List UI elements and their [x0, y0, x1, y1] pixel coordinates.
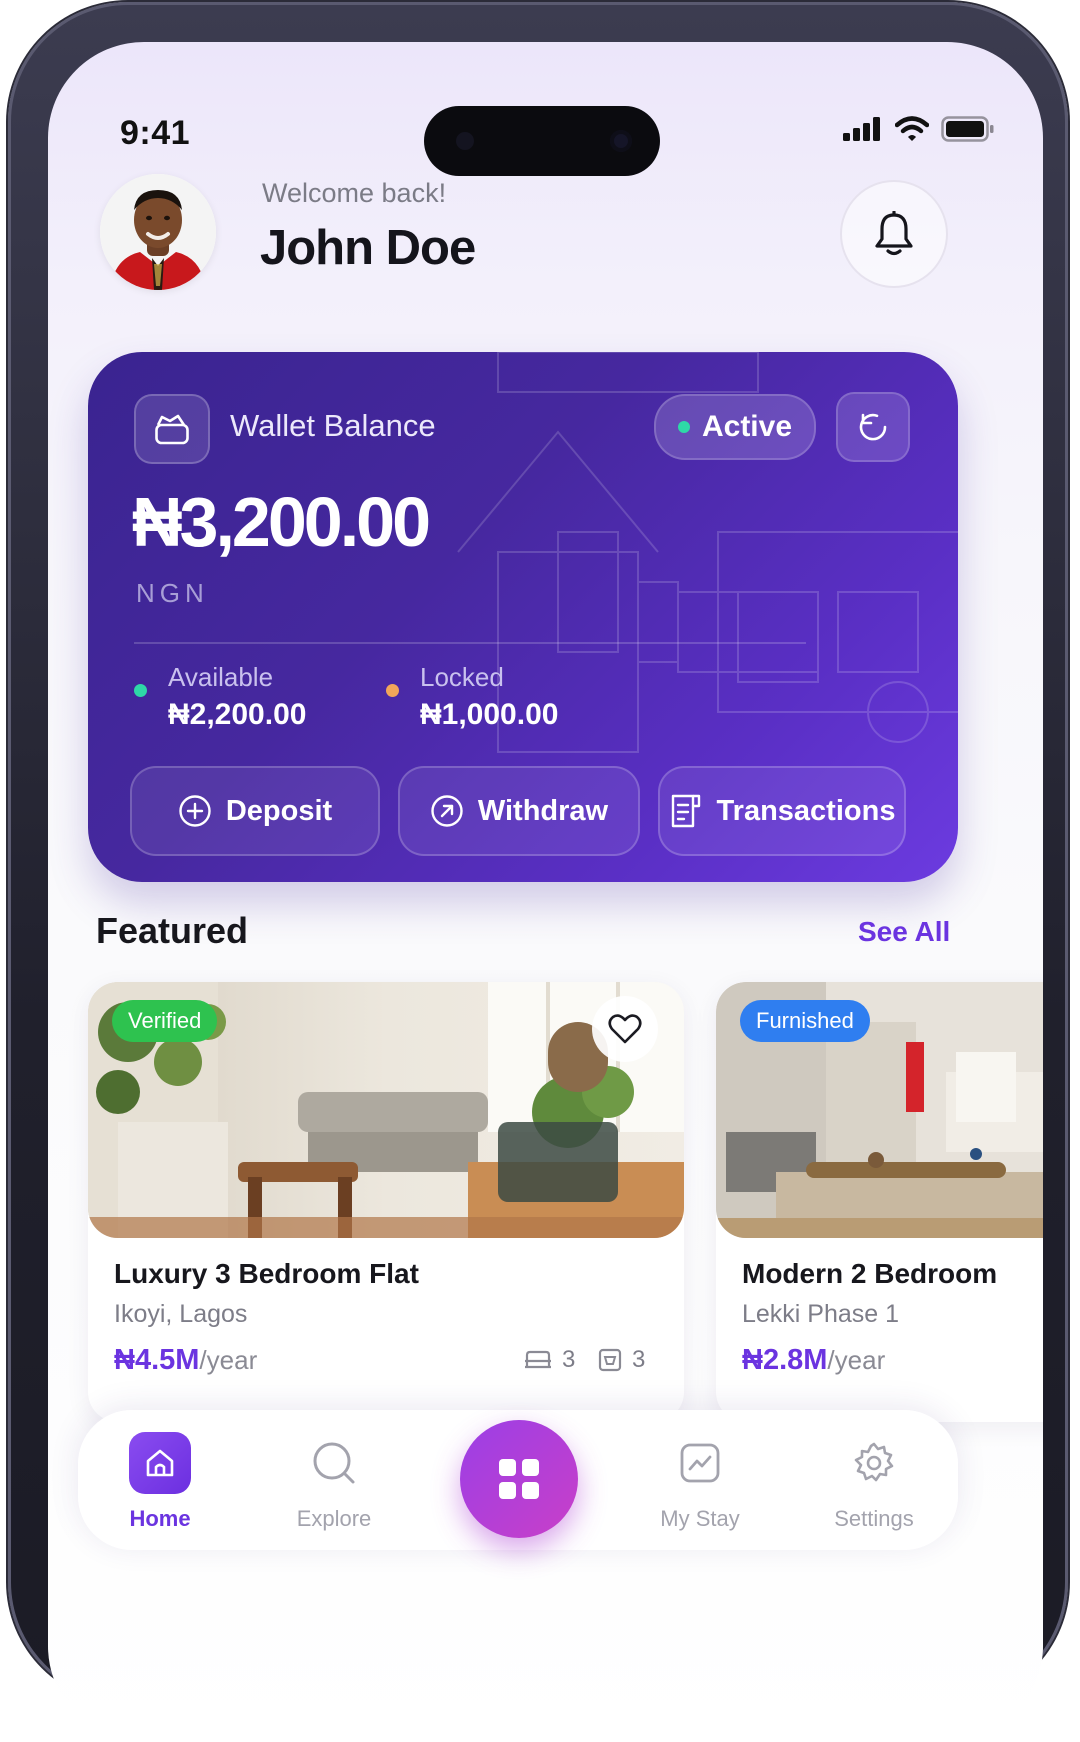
favorite-button[interactable]	[592, 996, 658, 1062]
status-icons	[843, 116, 995, 142]
withdraw-label: Withdraw	[477, 794, 609, 827]
nav-settings[interactable]: Settings	[814, 1432, 934, 1532]
user-avatar-photo	[100, 174, 216, 290]
bed-icon	[525, 1350, 551, 1369]
withdraw-button[interactable]: Withdraw	[398, 766, 640, 856]
listing-title: Modern 2 Bedroom	[742, 1258, 998, 1289]
home-icon-box	[129, 1432, 191, 1494]
price-value: ₦2.8M	[742, 1344, 828, 1376]
nav-my-stay-label: My Stay	[660, 1506, 740, 1531]
avatar[interactable]	[100, 174, 216, 290]
listing-price: ₦2.8M/year	[742, 1344, 885, 1377]
available-label: Available	[168, 662, 274, 692]
camera-icon	[610, 130, 632, 152]
phone-frame: 9:41 Welcome back! John Doe Wallet Balan…	[8, 2, 1068, 1742]
divider	[134, 642, 806, 644]
battery-icon	[941, 116, 994, 142]
nav-home[interactable]: Home	[100, 1432, 220, 1532]
wallet-balance: ₦3,200.00	[132, 483, 431, 561]
bathrooms-value: 3	[632, 1346, 646, 1373]
price-value: ₦4.5M	[114, 1344, 200, 1376]
deposit-button[interactable]: Deposit	[130, 766, 380, 856]
transactions-button[interactable]: Transactions	[658, 766, 906, 856]
plus-circle-icon	[179, 795, 211, 827]
settings-icon-box	[843, 1432, 905, 1494]
app-screen: 9:41 Welcome back! John Doe Wallet Balan…	[48, 42, 1043, 1742]
dynamic-island	[424, 106, 660, 176]
wallet-icon-box	[134, 394, 210, 464]
my-stay-icon-box	[669, 1432, 731, 1494]
explore-icon-box	[303, 1432, 365, 1494]
grid-icon	[499, 1459, 539, 1499]
see-all-link[interactable]: See All	[858, 916, 950, 948]
status-time: 9:41	[120, 114, 191, 152]
wallet-icon	[155, 414, 189, 445]
user-name: John Doe	[260, 221, 476, 275]
bathrooms-count: 3	[598, 1346, 645, 1374]
nav-settings-label: Settings	[834, 1506, 914, 1531]
gear-icon	[854, 1442, 894, 1482]
greeting-text: Welcome back!	[262, 178, 447, 208]
listing-card[interactable]: Furnished Modern 2 Bedroom Lekki Phase 1…	[716, 982, 1043, 1422]
nav-explore[interactable]: Explore	[274, 1432, 394, 1532]
active-dot-icon	[677, 421, 690, 433]
bath-icon	[598, 1348, 622, 1372]
locked-value: ₦1,000.00	[420, 698, 559, 731]
currency-code: NGN	[136, 578, 209, 608]
chart-icon	[680, 1443, 720, 1483]
bedrooms-count: 3	[524, 1346, 575, 1374]
listing-card[interactable]: Verified Luxury 3 Bedroom Flat Ikoyi, La…	[88, 982, 684, 1422]
locked-dot-icon	[386, 684, 399, 697]
price-period: /year	[827, 1345, 886, 1375]
refresh-button[interactable]	[836, 392, 910, 462]
available-dot-icon	[134, 684, 147, 697]
bedrooms-value: 3	[562, 1346, 576, 1373]
sensor-icon	[456, 132, 474, 150]
arrow-up-right-circle-icon	[431, 795, 463, 827]
wallet-card: Wallet Balance Active ₦3,200.00 NGN Avai…	[88, 352, 958, 882]
verified-badge: Verified	[112, 1000, 218, 1042]
search-icon	[313, 1442, 355, 1484]
furnished-badge: Furnished	[740, 1000, 870, 1042]
signal-icon	[843, 117, 880, 141]
notification-button[interactable]	[840, 180, 948, 288]
refresh-icon	[859, 413, 887, 441]
status-label: Active	[701, 410, 793, 443]
transactions-label: Transactions	[716, 794, 896, 827]
section-title: Featured	[96, 910, 249, 951]
wallet-title: Wallet Balance	[230, 408, 436, 443]
listing-location: Ikoyi, Lagos	[114, 1300, 248, 1328]
listing-price: ₦4.5M/year	[114, 1344, 257, 1377]
locked-label: Locked	[420, 662, 504, 692]
nav-home-label: Home	[129, 1506, 191, 1531]
price-period: /year	[199, 1345, 258, 1375]
available-value: ₦2,200.00	[168, 698, 307, 731]
home-icon	[146, 1449, 174, 1477]
listing-title: Luxury 3 Bedroom Flat	[114, 1258, 419, 1289]
receipt-icon	[671, 794, 700, 828]
menu-fab-button[interactable]	[460, 1420, 578, 1538]
nav-my-stay[interactable]: My Stay	[640, 1432, 760, 1532]
deposit-label: Deposit	[225, 794, 333, 827]
nav-explore-label: Explore	[296, 1506, 372, 1531]
bell-icon	[875, 211, 913, 256]
wifi-icon	[895, 116, 929, 141]
listing-location: Lekki Phase 1	[742, 1300, 900, 1328]
heart-icon	[608, 1014, 642, 1044]
status-badge: Active	[654, 394, 816, 460]
